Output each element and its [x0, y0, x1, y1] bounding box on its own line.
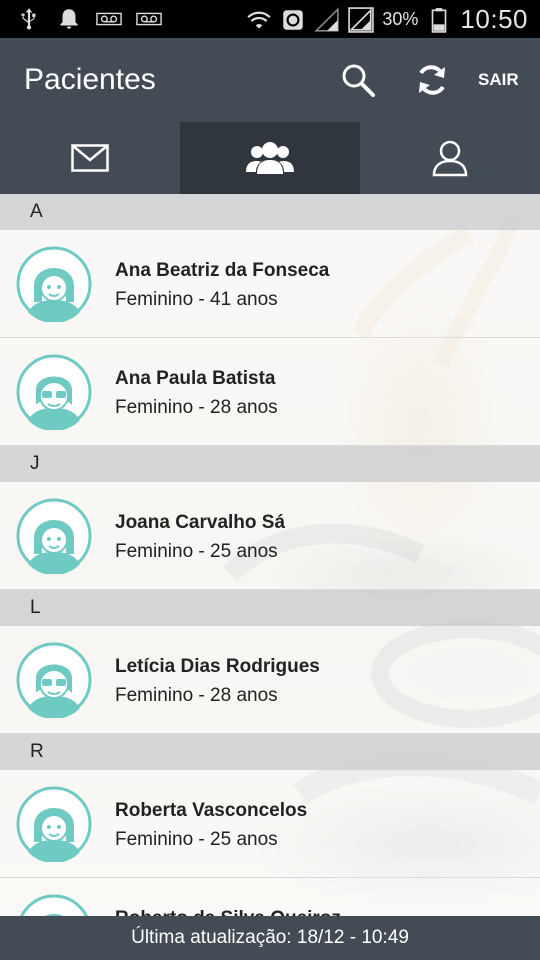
- male-avatar-icon: [20, 894, 88, 916]
- patient-gender-age: Feminino - 41 anos: [115, 289, 278, 310]
- patient-name: Roberta Vasconcelos: [115, 800, 308, 821]
- signal-icon: [348, 6, 375, 33]
- patient-gender-age: Feminino - 28 anos: [115, 397, 278, 418]
- patient-gender-age: Feminino - 28 anos: [115, 685, 278, 706]
- group-icon: [246, 142, 294, 174]
- female-sunglasses-avatar-icon: [16, 354, 92, 430]
- mail-icon: [71, 144, 109, 172]
- patient-row[interactable]: Ana Paula Batista Feminino - 28 anos: [0, 338, 540, 446]
- section-header-j: J: [0, 446, 540, 482]
- patient-row[interactable]: Joana Carvalho Sá Feminino - 25 anos: [0, 482, 540, 590]
- voicemail-icon: [136, 12, 162, 26]
- section-header-l: L: [0, 590, 540, 626]
- female-avatar-icon: [16, 498, 92, 574]
- patient-name: Ana Beatriz da Fonseca: [115, 260, 330, 281]
- section-header-a: A: [0, 194, 540, 230]
- voicemail-icon: [96, 12, 122, 26]
- patient-name: Letícia Dias Rodrigues: [115, 656, 320, 677]
- search-icon: [342, 64, 375, 97]
- female-avatar-icon: [16, 246, 92, 322]
- refresh-button[interactable]: [410, 58, 454, 102]
- patient-list[interactable]: A Ana Beatriz da Fonseca Feminino - 41 a…: [0, 194, 540, 916]
- usb-icon: [21, 8, 36, 30]
- patient-row[interactable]: Roberta Vasconcelos Feminino - 25 anos: [0, 770, 540, 878]
- person-icon: [432, 140, 468, 177]
- tab-profile[interactable]: [360, 122, 540, 194]
- tab-patients[interactable]: [180, 122, 360, 194]
- patient-name: Ana Paula Batista: [115, 368, 276, 389]
- signal-icon: [314, 6, 340, 32]
- refresh-icon: [419, 65, 445, 95]
- battery-icon: [432, 7, 447, 33]
- patient-name: Joana Carvalho Sá: [115, 512, 286, 533]
- battery-percent: 30%: [382, 9, 419, 29]
- tab-bar: [0, 122, 540, 194]
- female-avatar-icon: [16, 786, 92, 862]
- bell-icon: [60, 9, 78, 29]
- search-button[interactable]: [336, 58, 380, 102]
- patient-row[interactable]: Letícia Dias Rodrigues Feminino - 28 ano…: [0, 626, 540, 734]
- status-left-icons: [16, 6, 162, 32]
- patient-gender-age: Feminino - 25 anos: [115, 829, 278, 850]
- patient-gender-age: Feminino - 25 anos: [115, 541, 278, 562]
- logout-button[interactable]: SAIR: [478, 70, 519, 90]
- page-title: Pacientes: [24, 63, 156, 96]
- female-sunglasses-avatar-icon: [16, 642, 92, 718]
- patient-row[interactable]: Ana Beatriz da Fonseca Feminino - 41 ano…: [0, 230, 540, 338]
- app-bar: Pacientes SAIR: [0, 38, 540, 122]
- patient-row[interactable]: Roberto da Silva Queiroz: [0, 878, 540, 916]
- sync-icon: [283, 9, 304, 30]
- status-bar: 30% 10:50: [0, 0, 540, 38]
- last-update-bar: Última atualização: 18/12 - 10:49: [0, 916, 540, 960]
- section-header-r: R: [0, 734, 540, 770]
- wifi-icon: [247, 11, 271, 29]
- tab-messages[interactable]: [0, 122, 180, 194]
- clock: 10:50: [460, 4, 528, 34]
- patient-name: Roberto da Silva Queiroz: [115, 908, 341, 916]
- status-right-icons: 30% 10:50: [246, 4, 528, 35]
